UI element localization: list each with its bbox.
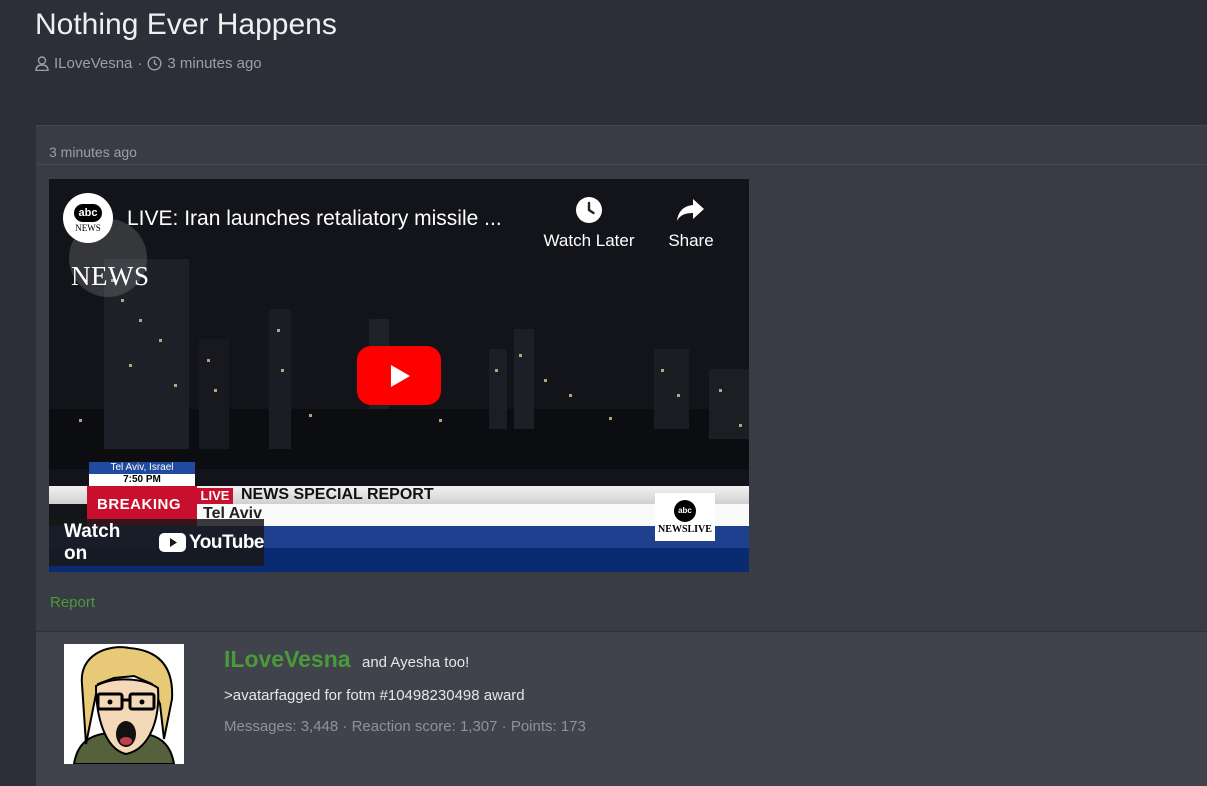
meta-separator: · [137,55,143,72]
youtube-icon [159,533,187,552]
author-user-title: and Ayesha too! [362,654,470,671]
lt-live-badge: LIVE [197,488,233,504]
share-icon [636,195,746,225]
user-icon [35,56,49,71]
abc-logo-sub: NEWS [75,222,101,233]
share-label: Share [668,231,714,250]
lt-special-report: NEWS SPECIAL REPORT [241,486,434,503]
divider [36,164,1207,165]
author-block: ILoveVesna and Ayesha too! >avatarfagged… [36,632,1207,786]
thread-title: Nothing Ever Happens [35,8,337,41]
watch-on-youtube-button[interactable]: Watch on YouTube [49,519,264,566]
watch-later-label: Watch Later [543,231,635,250]
report-link[interactable]: Report [50,594,95,611]
newslive-badge: abc NEWSLIVE [655,493,715,541]
author-signature: >avatarfagged for fotm #10498230498 awar… [224,687,525,704]
video-title[interactable]: LIVE: Iran launches retaliatory missile … [127,207,502,231]
newslive-abc: abc [674,499,696,522]
play-icon [391,364,410,387]
watch-later-button[interactable]: Watch Later [534,195,644,251]
post-date[interactable]: 3 minutes ago [49,144,137,160]
youtube-label: YouTube [189,531,264,553]
abc-logo-text: abc [74,203,102,222]
lt-location: Tel Aviv, Israel [89,462,195,474]
post: 3 minutes ago NEWS abc NEWS LIVE: Iran l… [36,125,1207,786]
author-stats: Messages: 3,448 · Reaction score: 1,307 … [224,718,586,735]
share-button[interactable]: Share [636,195,746,251]
play-button[interactable] [357,346,441,405]
clock-icon [147,56,162,71]
thread-meta: ILoveVesna · 3 minutes ago [35,55,262,72]
watch-on-label: Watch on [64,520,121,564]
thread-author-link[interactable]: ILoveVesna [54,55,132,72]
lt-time: 7:50 PM [89,474,195,486]
watch-later-icon [534,195,644,225]
news-watermark-text: NEWS [71,261,150,291]
youtube-logo: YouTube [159,532,264,554]
channel-avatar[interactable]: abc NEWS [63,193,113,243]
thread-time[interactable]: 3 minutes ago [167,55,261,72]
avatar[interactable] [64,644,184,764]
newslive-text: NEWSLIVE [658,523,712,535]
author-name[interactable]: ILoveVesna [224,646,351,673]
youtube-embed[interactable]: NEWS abc NEWS LIVE: Iran launches retali… [49,179,749,572]
